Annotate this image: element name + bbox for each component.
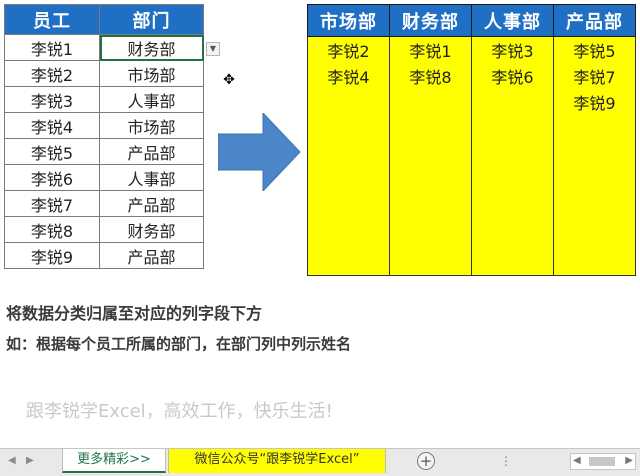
sheet-nav: ◀ ▶ bbox=[0, 449, 46, 476]
employee-cell[interactable]: 李锐4 bbox=[4, 112, 100, 139]
employee-cell[interactable]: 李锐1 bbox=[4, 34, 100, 61]
header-finance[interactable]: 财务部 bbox=[389, 4, 472, 37]
table-row: 李锐9 产品部 bbox=[4, 242, 204, 269]
sheet-tab-bar: ◀ ▶ 更多精彩>> 微信公众号“跟李锐学Excel” + ⋮ ◀ ▶ bbox=[0, 448, 640, 476]
employee-cell[interactable]: 李锐5 bbox=[4, 138, 100, 165]
table-row: 李锐4 市场部 bbox=[4, 112, 204, 139]
header-hr[interactable]: 人事部 bbox=[471, 4, 554, 37]
slogan-text: 跟李锐学Excel，高效工作，快乐生活! bbox=[26, 401, 333, 422]
marketing-column[interactable]: 李锐2 李锐4 bbox=[307, 36, 390, 276]
scroll-left-icon[interactable]: ◀ bbox=[8, 455, 16, 466]
table-row: 李锐6 人事部 bbox=[4, 164, 204, 191]
header-employee[interactable]: 员工 bbox=[4, 4, 100, 35]
right-arrow-icon bbox=[218, 113, 301, 191]
department-cell[interactable]: 人事部 bbox=[99, 164, 204, 191]
employee-cell[interactable]: 李锐9 bbox=[4, 242, 100, 269]
employee-cell[interactable]: 李锐6 bbox=[4, 164, 100, 191]
list-item: 李锐8 bbox=[409, 68, 452, 87]
list-item: 李锐2 bbox=[327, 42, 370, 61]
header-product[interactable]: 产品部 bbox=[553, 4, 636, 37]
employee-department-table: 员工 部门 李锐1 财务部 李锐2 市场部 李锐3 人事部 李锐4 市场部 李锐 bbox=[4, 4, 204, 269]
list-item: 李锐4 bbox=[327, 68, 370, 87]
tab-more[interactable]: 更多精彩>> bbox=[62, 449, 166, 473]
tab-splitter-icon[interactable]: ⋮ bbox=[500, 454, 513, 468]
header-department[interactable]: 部门 bbox=[99, 4, 204, 35]
department-cell[interactable]: 人事部 bbox=[99, 86, 204, 113]
department-cell[interactable]: 市场部 bbox=[99, 60, 204, 87]
list-item: 李锐1 bbox=[409, 42, 452, 61]
hr-column[interactable]: 李锐3 李锐6 bbox=[471, 36, 554, 276]
description-subtitle: 如：根据每个员工所属的部门，在部门列中列示姓名 bbox=[6, 335, 352, 353]
worksheet: 员工 部门 李锐1 财务部 李锐2 市场部 李锐3 人事部 李锐4 市场部 李锐 bbox=[0, 0, 640, 448]
employee-cell[interactable]: 李锐7 bbox=[4, 190, 100, 217]
department-cell[interactable]: 产品部 bbox=[99, 138, 204, 165]
table-row: 李锐7 产品部 bbox=[4, 190, 204, 217]
employee-cell[interactable]: 李锐2 bbox=[4, 60, 100, 87]
scroll-right-arrow-icon[interactable]: ▶ bbox=[625, 455, 633, 466]
department-cell[interactable]: 财务部 bbox=[99, 216, 204, 243]
employee-cell[interactable]: 李锐8 bbox=[4, 216, 100, 243]
add-sheet-icon[interactable]: + bbox=[417, 452, 435, 470]
description-title: 将数据分类归属至对应的列字段下方 bbox=[6, 304, 263, 323]
department-cell-selected[interactable]: 财务部 bbox=[99, 34, 204, 61]
scrollbar-thumb[interactable] bbox=[589, 457, 615, 466]
list-item: 李锐5 bbox=[573, 42, 616, 61]
department-grouping-table: 市场部 财务部 人事部 产品部 李锐2 李锐4 李锐1 李锐8 李锐3 李锐6 bbox=[307, 4, 636, 276]
table-row: 李锐8 财务部 bbox=[4, 216, 204, 243]
horizontal-scrollbar[interactable]: ◀ ▶ bbox=[570, 453, 636, 470]
department-cell[interactable]: 产品部 bbox=[99, 242, 204, 269]
department-cell[interactable]: 市场部 bbox=[99, 112, 204, 139]
table-row: 李锐3 人事部 bbox=[4, 86, 204, 113]
list-item: 李锐7 bbox=[573, 68, 616, 87]
table-row: 李锐5 产品部 bbox=[4, 138, 204, 165]
scroll-left-arrow-icon[interactable]: ◀ bbox=[573, 455, 581, 466]
list-item: 李锐3 bbox=[491, 42, 534, 61]
table-row: 李锐2 市场部 bbox=[4, 60, 204, 87]
list-item: 李锐9 bbox=[573, 94, 616, 113]
table-row: 李锐1 财务部 bbox=[4, 34, 204, 61]
scroll-right-icon[interactable]: ▶ bbox=[26, 455, 34, 466]
tab-wechat[interactable]: 微信公众号“跟李锐学Excel” bbox=[168, 449, 386, 473]
chevron-down-icon[interactable]: ▼ bbox=[206, 42, 220, 56]
list-item: 李锐6 bbox=[491, 68, 534, 87]
department-cell[interactable]: 产品部 bbox=[99, 190, 204, 217]
cell-cursor-icon: ✥ bbox=[223, 72, 235, 88]
header-marketing[interactable]: 市场部 bbox=[307, 4, 390, 37]
finance-column[interactable]: 李锐1 李锐8 bbox=[389, 36, 472, 276]
product-column[interactable]: 李锐5 李锐7 李锐9 bbox=[553, 36, 636, 276]
employee-cell[interactable]: 李锐3 bbox=[4, 86, 100, 113]
